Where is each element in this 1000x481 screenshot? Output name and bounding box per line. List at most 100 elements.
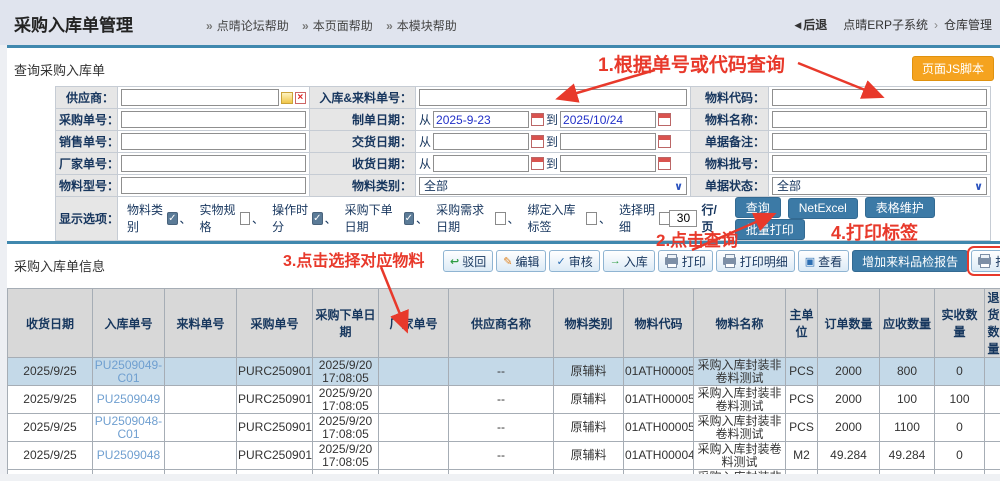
make-date-to-input[interactable]	[560, 111, 656, 128]
display-option-label: 操作时分	[272, 201, 309, 235]
back-button[interactable]: 后退	[803, 18, 827, 32]
supplier-input[interactable]	[121, 89, 279, 106]
action-button-4[interactable]: 批量打印	[735, 219, 805, 240]
toolbar-button-8[interactable]: 增加来料品检报告	[852, 250, 968, 272]
delivery-date-to-input[interactable]	[560, 133, 656, 150]
checkbox-icon[interactable]	[586, 212, 597, 225]
doc-status-value: 全部	[777, 179, 801, 193]
label-sales-no: 销售单号：	[56, 131, 118, 153]
column-header: 应收数量	[880, 289, 935, 358]
table-row[interactable]: 2025/9/25PU2509049PURC25090122025/9/20 1…	[8, 386, 1000, 414]
calendar-icon[interactable]	[531, 135, 544, 148]
column-header: 入库单号	[93, 289, 165, 358]
calendar-icon[interactable]	[531, 157, 544, 170]
toolbar-button-label: 增加来料品检报告	[862, 253, 958, 270]
table-row[interactable]: 2025/9/25PU2509049-C01PURC25090122025/9/…	[8, 358, 1000, 386]
toolbar-button-2[interactable]: ✎编辑	[496, 250, 546, 272]
toolbar-button-label: 打印标签	[995, 253, 1000, 270]
doc-status-select[interactable]: 全部∨	[772, 177, 987, 195]
action-button-2[interactable]: NetExcel	[788, 198, 858, 219]
query-form: 供应商： × 入库&来料单号： 物料代码： 采购单号： 制单日期： 从	[55, 86, 991, 241]
crumb-module[interactable]: 仓库管理	[944, 18, 992, 32]
toolbar-button-7[interactable]: ▣查看	[798, 250, 849, 272]
inbound-no-input[interactable]	[419, 89, 687, 106]
display-option-label: 物料类别	[127, 201, 164, 235]
column-header: 采购下单日期	[313, 289, 379, 358]
action-button-1[interactable]: 查询	[735, 197, 781, 218]
material-code-input[interactable]	[772, 89, 987, 106]
help-links: »点晴论坛帮助 »本页面帮助 »本模块帮助	[196, 17, 457, 34]
column-header: 厂家单号	[379, 289, 449, 358]
inbound-no-link[interactable]: PU2509049-C01	[95, 358, 162, 385]
checkbox-icon[interactable]	[240, 212, 250, 225]
printer-icon	[723, 257, 736, 265]
checkbox-icon[interactable]	[659, 212, 669, 225]
help-link-page[interactable]: 本页面帮助	[313, 19, 373, 33]
info-panel-title: 采购入库单信息	[14, 256, 105, 275]
calendar-icon[interactable]	[658, 135, 671, 148]
material-model-input[interactable]	[121, 177, 306, 194]
left-margin	[0, 45, 7, 481]
label-purchase-no: 采购单号：	[56, 109, 118, 131]
checkbox-icon[interactable]: ✓	[404, 212, 415, 225]
help-link-module[interactable]: 本模块帮助	[397, 19, 457, 33]
material-batch-input[interactable]	[772, 155, 987, 172]
delivery-date-from-input[interactable]	[433, 133, 529, 150]
checkbox-icon[interactable]: ✓	[312, 212, 322, 225]
label-material-batch: 物料批号：	[691, 153, 769, 175]
printer-icon	[978, 257, 991, 265]
calendar-icon[interactable]	[531, 113, 544, 126]
page-js-script-button[interactable]: 页面JS脚本	[912, 56, 994, 81]
view-window-icon: ▣	[805, 255, 815, 268]
table-row[interactable]: 原辅料01ATH00005采购入库封装非卷料测试PCS2000100100	[8, 470, 1000, 475]
calendar-icon[interactable]	[658, 113, 671, 126]
option-separator: 、	[180, 210, 192, 227]
toolbar-button-4[interactable]: →入库	[603, 250, 655, 272]
help-link-forum[interactable]: 点晴论坛帮助	[217, 19, 289, 33]
action-button-3[interactable]: 表格维护	[865, 197, 935, 218]
from-label: 从	[419, 133, 431, 150]
display-option-2: 实物规格	[200, 201, 251, 235]
option-separator: 、	[416, 210, 428, 227]
crumb-system[interactable]: 点晴ERP子系统	[843, 18, 928, 32]
page-title: 采购入库单管理	[14, 11, 133, 36]
receive-date-from-input[interactable]	[433, 155, 529, 172]
annotation-1: 1.根据单号或代码查询	[598, 50, 785, 77]
column-header: 供应商名称	[449, 289, 554, 358]
inbound-no-link[interactable]: PU2509048-C01	[95, 414, 162, 441]
doc-remark-input[interactable]	[772, 133, 987, 150]
picker-icon[interactable]	[281, 92, 292, 104]
toolbar-button-6[interactable]: 打印明细	[716, 250, 795, 272]
receive-date-to-input[interactable]	[560, 155, 656, 172]
material-category-select[interactable]: 全部∨	[419, 177, 687, 195]
sales-no-input[interactable]	[121, 133, 306, 150]
label-material-code: 物料代码：	[691, 87, 769, 109]
material-name-input[interactable]	[772, 111, 987, 128]
edit-icon: ✎	[503, 255, 512, 268]
make-date-from-input[interactable]	[433, 111, 529, 128]
inbound-no-link[interactable]: PU2509049	[97, 392, 160, 406]
toolbar-button-3[interactable]: ✓审核	[549, 250, 599, 272]
column-header: 来料单号	[165, 289, 237, 358]
table-row[interactable]: 2025/9/25PU2509048PURC25090122025/9/20 1…	[8, 442, 1000, 470]
calendar-icon[interactable]	[658, 157, 671, 170]
table-row[interactable]: 2025/9/25PU2509048-C01PURC25090122025/9/…	[8, 414, 1000, 442]
toolbar-button-1[interactable]: ↩驳回	[443, 250, 493, 272]
inbound-no-link[interactable]: PU2509048	[97, 448, 160, 462]
column-header: 收货日期	[8, 289, 93, 358]
clear-icon[interactable]: ×	[295, 92, 306, 104]
checkbox-icon[interactable]	[495, 212, 506, 225]
vendor-no-input[interactable]	[121, 155, 306, 172]
rows-per-page-input[interactable]	[669, 210, 697, 227]
toolbar-button-9[interactable]: 打印标签	[971, 250, 1000, 272]
display-option-4: 采购下单日期✓	[345, 201, 414, 235]
column-header: 退货数量	[985, 289, 1000, 358]
column-header: 物料类别	[554, 289, 624, 358]
label-display-options: 显示选项：	[56, 197, 118, 241]
chevrons-icon: »	[302, 19, 309, 33]
toolbar-button-5[interactable]: 打印	[658, 250, 713, 272]
display-option-6: 绑定入库标签	[528, 201, 597, 235]
checkbox-icon[interactable]: ✓	[167, 212, 177, 225]
purchase-no-input[interactable]	[121, 111, 306, 128]
label-material-name: 物料名称：	[691, 109, 769, 131]
